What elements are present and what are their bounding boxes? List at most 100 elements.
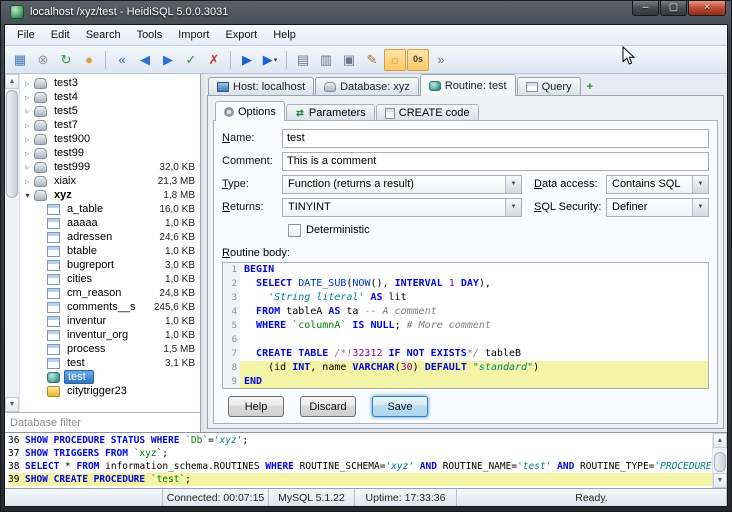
refresh-button[interactable]: ↻ [55, 49, 77, 71]
menu-tools[interactable]: Tools [129, 27, 171, 43]
tree-item-test4[interactable]: ▹test4 [20, 90, 200, 104]
expand-arrow-icon[interactable]: ▹ [22, 177, 33, 186]
sql-log-panel[interactable]: 36SHOW PROCEDURE STATUS WHERE `Db`='xyz'… [5, 432, 727, 488]
close-button[interactable]: × [688, 0, 726, 16]
tree-item-process[interactable]: process1,5 MB [20, 342, 200, 356]
tree-item-comments__s[interactable]: comments__s245,6 KB [20, 300, 200, 314]
discard-changes-button[interactable]: ✗ [203, 49, 225, 71]
nav-first-button[interactable]: « [111, 49, 133, 71]
tree-item-xiaix[interactable]: ▹xiaix21,3 MB [20, 174, 200, 188]
execute-sql-menu-button[interactable]: ▶▾ [259, 49, 281, 71]
log-scrollbar[interactable]: ▲ ▼ [712, 433, 727, 488]
type-select[interactable]: Function (returns a result) ▼ [282, 175, 522, 194]
scroll-track[interactable] [5, 199, 19, 397]
tab-host[interactable]: Host: localhost [208, 77, 314, 96]
code-completion-button[interactable]: ☼ [384, 49, 406, 71]
expand-arrow-icon[interactable]: ▹ [22, 79, 33, 88]
expand-arrow-icon[interactable]: ▹ [22, 149, 33, 158]
menu-export[interactable]: Export [217, 27, 265, 43]
disconnect-button[interactable]: ⊗ [32, 49, 54, 71]
tree-item-btable[interactable]: btable1,0 KB [20, 244, 200, 258]
returns-select[interactable]: TINYINT ▼ [282, 198, 522, 217]
scroll-thumb[interactable] [714, 452, 726, 472]
discard-button[interactable]: Discard [300, 396, 356, 417]
tree-scrollbar[interactable]: ▲ ▼ [5, 74, 20, 412]
tree-item-inventur[interactable]: inventur1,0 KB [20, 314, 200, 328]
tree-item-aaaaa[interactable]: aaaaa1,0 KB [20, 216, 200, 230]
scroll-track[interactable] [713, 448, 727, 451]
nav-next-button[interactable]: ▶ [157, 49, 179, 71]
log-line-number: 37 [8, 447, 25, 460]
menu-edit[interactable]: Edit [43, 27, 78, 43]
expand-arrow-icon[interactable]: ▹ [22, 107, 33, 116]
tab-database[interactable]: Database: xyz [315, 77, 419, 96]
tab-options[interactable]: Options [215, 101, 285, 121]
host-tab-icon [217, 82, 229, 92]
log-text: SHOW PROCEDURE STATUS WHERE `Db`='xyz'; [25, 434, 248, 447]
tree-item-test[interactable]: test [20, 370, 200, 384]
expand-arrow-icon[interactable]: ▹ [22, 135, 33, 144]
database-filter-input[interactable] [5, 412, 200, 432]
user-manager-button[interactable]: ● [78, 49, 100, 71]
expand-arrow-icon[interactable]: ▹ [22, 121, 33, 130]
save-sql-button[interactable]: ▥ [315, 49, 337, 71]
new-query-tab-button[interactable]: + [582, 77, 598, 96]
copy-sql-button[interactable]: ▣ [338, 49, 360, 71]
menu-file[interactable]: File [9, 27, 43, 43]
deterministic-checkbox[interactable] [288, 224, 301, 237]
menu-search[interactable]: Search [78, 27, 129, 43]
toolbar: ▦⊗↻●«◀▶✓✗▶▶▾▤▥▣✎☼0s» [5, 46, 727, 74]
minimize-button[interactable]: – [632, 0, 659, 16]
name-input[interactable] [282, 129, 709, 148]
routine-body-label: Routine body: [222, 247, 290, 259]
tree-item-test[interactable]: test3,1 KB [20, 356, 200, 370]
save-sql-icon: ▥ [320, 53, 332, 66]
tree-item-a_table[interactable]: a_table16,0 KB [20, 202, 200, 216]
comment-input[interactable] [282, 152, 709, 171]
tree-item-cm_reason[interactable]: cm_reason24,8 KB [20, 286, 200, 300]
scroll-down-icon[interactable]: ▼ [713, 473, 727, 488]
tab-routine[interactable]: Routine: test [420, 74, 516, 96]
query-timer-button[interactable]: 0s [407, 49, 429, 71]
tree-item-test5[interactable]: ▹test5 [20, 104, 200, 118]
load-sql-file-button[interactable]: ▤ [292, 49, 314, 71]
tree-item-adressen[interactable]: adressen24,6 KB [20, 230, 200, 244]
execute-sql-button[interactable]: ▶ [236, 49, 258, 71]
scroll-up-icon[interactable]: ▲ [5, 74, 19, 89]
tree-item-cities[interactable]: cities1,0 KB [20, 272, 200, 286]
tree-item-bugreport[interactable]: bugreport3,0 KB [20, 258, 200, 272]
tree-item-test999[interactable]: ▹test99932,0 KB [20, 160, 200, 174]
menu-help[interactable]: Help [265, 27, 304, 43]
session-manager-button[interactable]: ▦ [9, 49, 31, 71]
tab-query[interactable]: Query [517, 77, 581, 96]
tree-item-test99[interactable]: ▹test99 [20, 146, 200, 160]
tree-item-test7[interactable]: ▹test7 [20, 118, 200, 132]
menu-import[interactable]: Import [170, 27, 217, 43]
data-access-select[interactable]: Contains SQL ▼ [606, 175, 709, 194]
tab-parameters[interactable]: ⇄Parameters [286, 104, 375, 121]
nav-prev-button[interactable]: ◀ [134, 49, 156, 71]
tree-item-test3[interactable]: ▹test3 [20, 76, 200, 90]
save-button[interactable]: Save [372, 396, 428, 417]
expand-arrow-icon[interactable]: ▾ [22, 191, 33, 200]
help-button[interactable]: Help [228, 396, 284, 417]
expand-arrow-icon[interactable]: ▹ [22, 163, 33, 172]
tree-item-citytrigger23[interactable]: citytrigger23 [20, 384, 200, 398]
content-area: ▲ ▼ ▹test3▹test4▹test5▹test7▹test900▹tes… [5, 74, 727, 432]
tree-item-test900[interactable]: ▹test900 [20, 132, 200, 146]
scroll-up-icon[interactable]: ▲ [713, 433, 727, 448]
title-bar[interactable]: localhost /xyz/test - HeidiSQL 5.0.0.303… [4, 0, 728, 24]
snippets-button[interactable]: » [430, 49, 452, 71]
expand-arrow-icon[interactable]: ▹ [22, 93, 33, 102]
scroll-thumb[interactable] [6, 90, 18, 198]
tree-item-xyz[interactable]: ▾xyz1,8 MB [20, 188, 200, 202]
tree-item-inventur_org[interactable]: inventur_org1,0 KB [20, 328, 200, 342]
copy-sql-icon: ▣ [343, 53, 355, 66]
apply-changes-button[interactable]: ✓ [180, 49, 202, 71]
maximize-button[interactable]: ▢ [660, 0, 687, 16]
edit-sql-button[interactable]: ✎ [361, 49, 383, 71]
tab-create-code[interactable]: CREATE code [376, 104, 479, 121]
sql-security-select[interactable]: Definer ▼ [606, 198, 709, 217]
routine-body-editor[interactable]: 1BEGIN2 SELECT DATE_SUB(NOW(), INTERVAL … [222, 262, 709, 389]
scroll-down-icon[interactable]: ▼ [5, 397, 19, 412]
